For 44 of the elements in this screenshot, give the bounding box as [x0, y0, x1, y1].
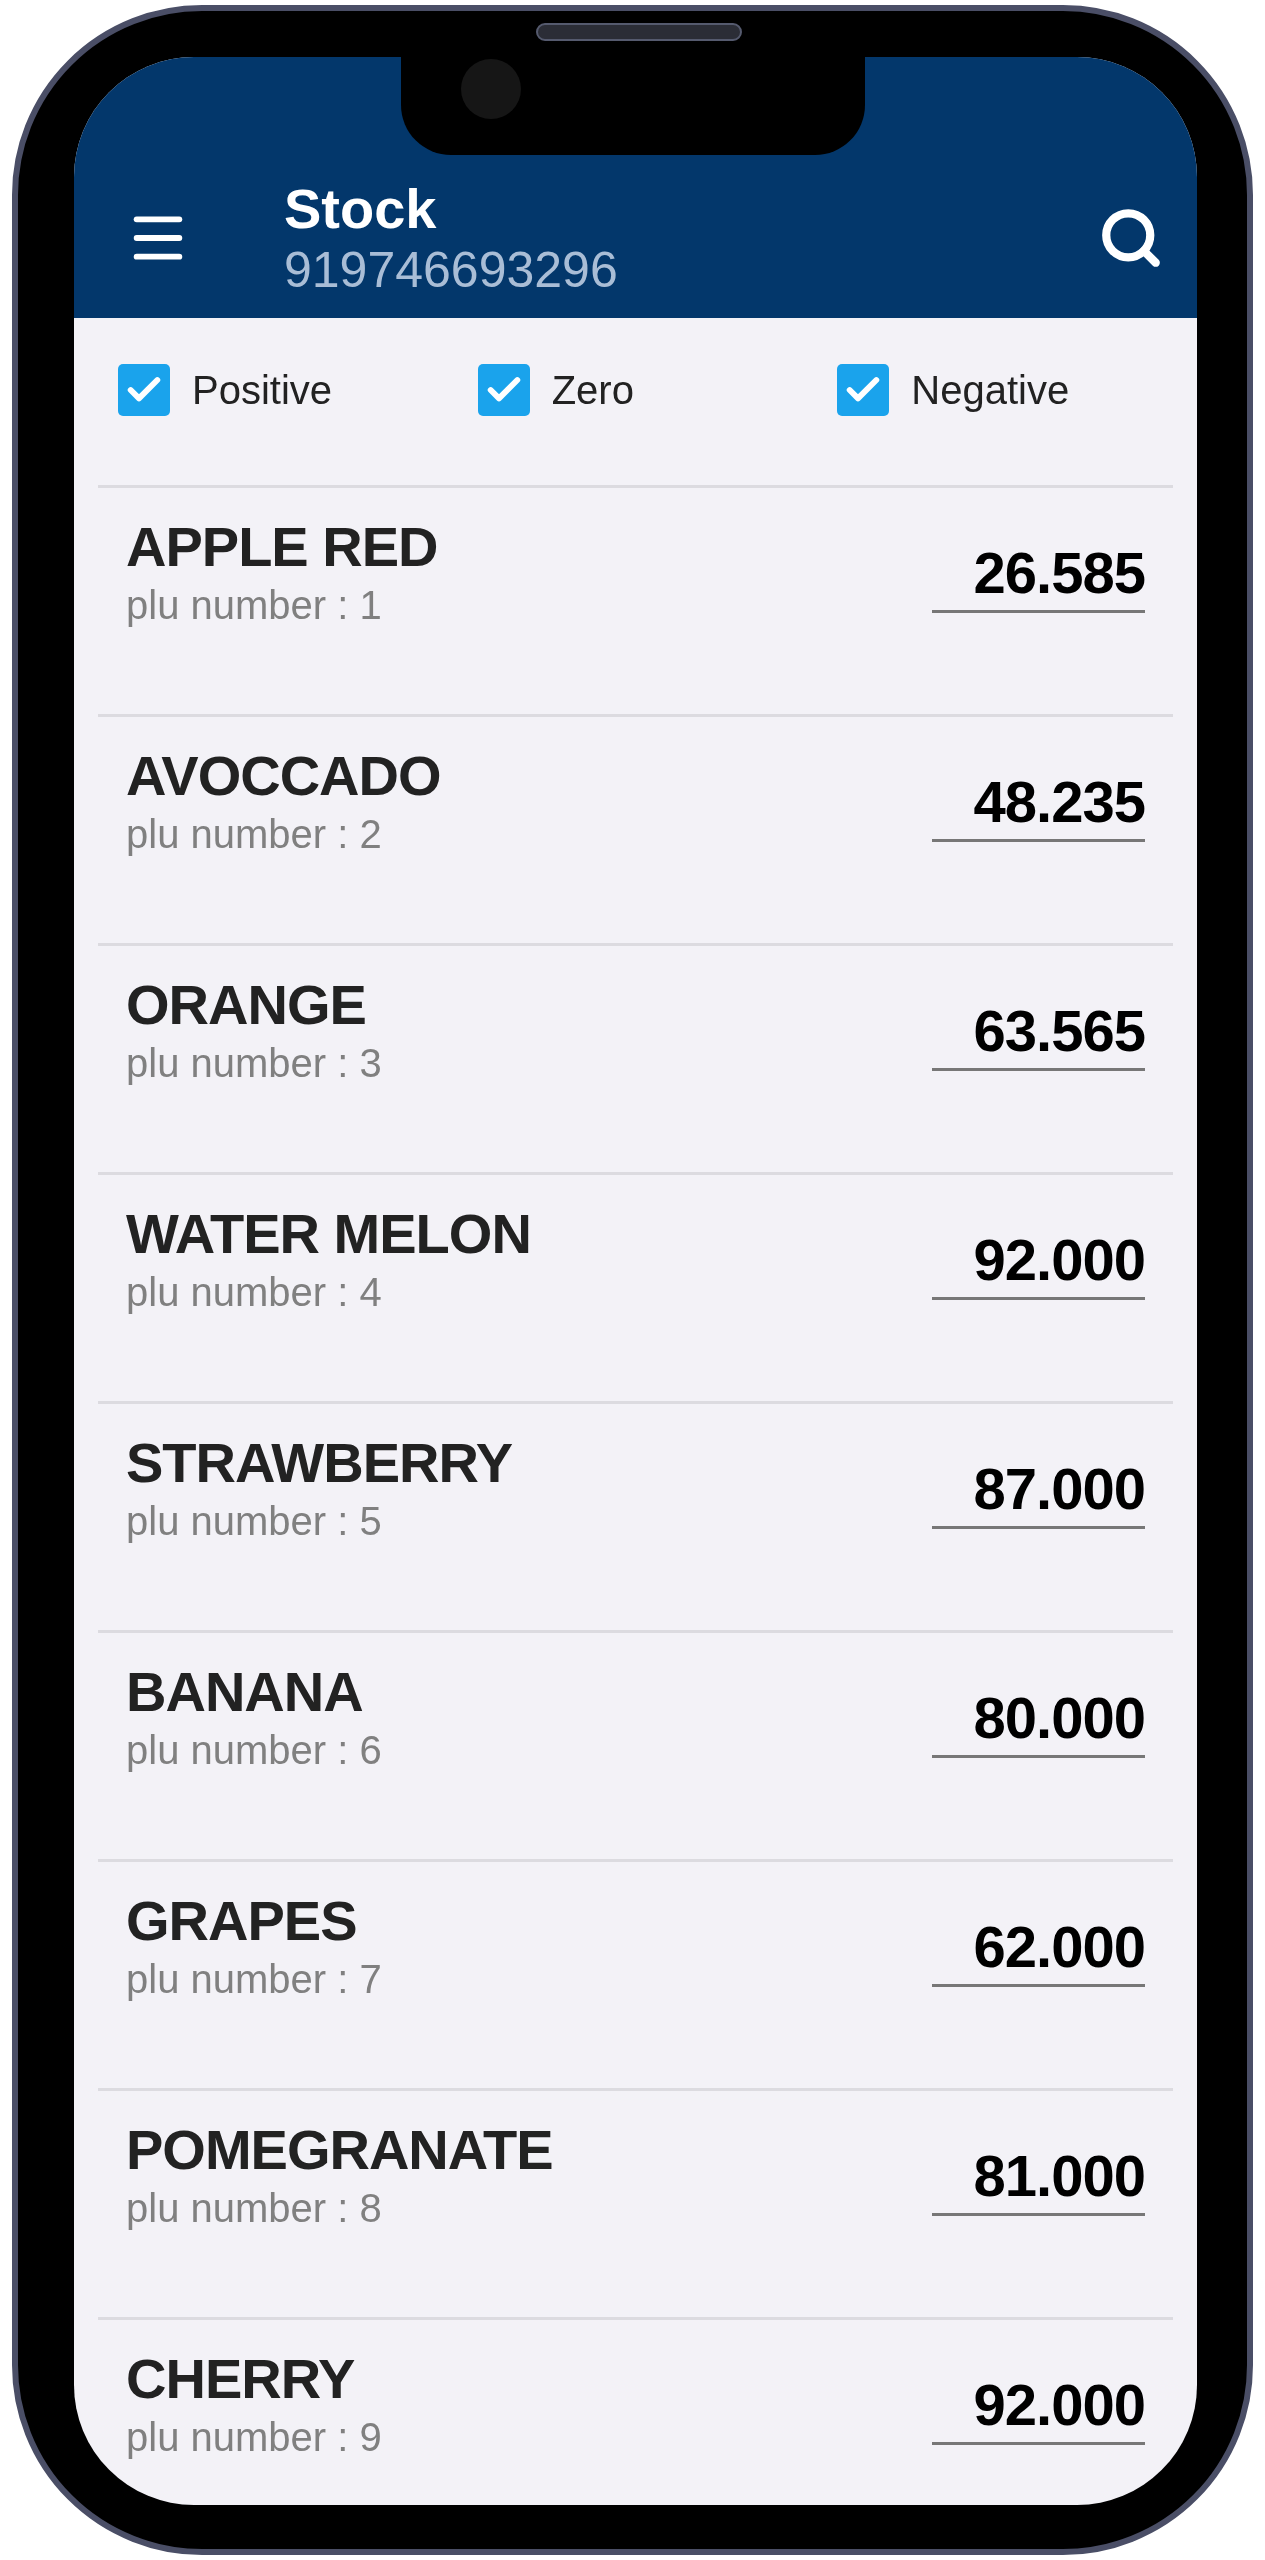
- quantity-field[interactable]: 26.585: [932, 536, 1145, 613]
- plu-number: plu number : 5: [126, 1498, 383, 1545]
- quantity-field[interactable]: 81.000: [932, 2139, 1145, 2216]
- quantity-field[interactable]: 48.235: [932, 765, 1145, 842]
- plu-number: plu number : 1: [126, 582, 383, 629]
- item-name: POMEGRANATE: [126, 2117, 554, 2183]
- quantity-field[interactable]: 87.000: [932, 1452, 1145, 1529]
- stock-row[interactable]: GRAPES plu number : 7 62.000: [98, 1859, 1173, 2088]
- checkbox[interactable]: [477, 363, 530, 416]
- plu-number: plu number : 8: [126, 2185, 383, 2232]
- item-name: BANANA: [126, 1659, 364, 1725]
- stock-row[interactable]: APPLE RED plu number : 1 26.585: [98, 485, 1173, 714]
- stock-row[interactable]: WATER MELON plu number : 4 92.000: [98, 1172, 1173, 1401]
- filter-checkbox[interactable]: Negative: [837, 359, 1197, 444]
- quantity-field[interactable]: 80.000: [932, 1681, 1145, 1758]
- item-name: ORANGE: [126, 972, 367, 1038]
- item-name: CHERRY: [126, 2346, 356, 2412]
- item-name: GRAPES: [126, 1888, 358, 1954]
- item-name: STRAWBERRY: [126, 1430, 514, 1496]
- quantity-field[interactable]: 92.000: [932, 2368, 1145, 2445]
- item-name: WATER MELON: [126, 1201, 532, 1267]
- plu-number: plu number : 9: [126, 2414, 383, 2461]
- quantity-field[interactable]: 62.000: [932, 1910, 1145, 1987]
- plu-number: plu number : 7: [126, 1956, 383, 2003]
- item-name: APPLE RED: [126, 514, 439, 580]
- plu-number: plu number : 3: [126, 1040, 383, 1087]
- filter-checkbox[interactable]: Zero: [477, 359, 838, 444]
- stock-row[interactable]: STRAWBERRY plu number : 5 87.000: [98, 1401, 1173, 1630]
- phone-number: 919746693296: [284, 240, 619, 299]
- screen-title: Stock: [284, 176, 438, 241]
- plu-number: plu number : 4: [126, 1269, 383, 1316]
- checkbox[interactable]: [118, 363, 170, 416]
- plu-number: plu number : 6: [126, 1727, 383, 1774]
- plu-number: plu number : 2: [126, 811, 383, 858]
- item-name: AVOCCADO: [126, 743, 442, 809]
- checkbox[interactable]: [837, 363, 890, 416]
- stock-row[interactable]: AVOCCADO plu number : 2 48.235: [98, 714, 1173, 943]
- stock-row[interactable]: BANANA plu number : 6 80.000: [98, 1630, 1173, 1859]
- filter-checkbox[interactable]: Positive: [118, 359, 478, 444]
- stock-row[interactable]: CHERRY plu number : 9 92.000: [98, 2317, 1173, 2505]
- quantity-field[interactable]: 92.000: [932, 1223, 1145, 1300]
- stock-row[interactable]: POMEGRANATE plu number : 8 81.000: [98, 2088, 1173, 2317]
- quantity-field[interactable]: 63.565: [932, 994, 1145, 1071]
- stock-row[interactable]: ORANGE plu number : 3 63.565: [98, 943, 1173, 1172]
